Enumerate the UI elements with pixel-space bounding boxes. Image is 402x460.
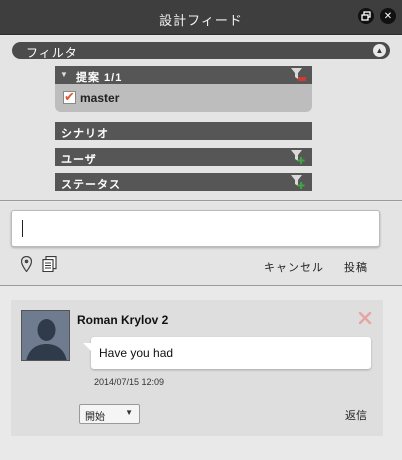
master-label: master bbox=[80, 91, 120, 105]
message-bubble: Have you had bbox=[83, 337, 371, 369]
feed-post: Roman Krylov 2 Have you had 2014/07/15 1… bbox=[11, 300, 383, 436]
status-value: 開始 bbox=[85, 412, 105, 423]
master-checkbox[interactable]: ✔ bbox=[63, 89, 76, 104]
user-panel: ユーザ bbox=[55, 148, 312, 166]
post-button[interactable]: 投稿 bbox=[344, 259, 368, 275]
filter-remove-icon[interactable] bbox=[291, 68, 306, 82]
feed-section: Roman Krylov 2 Have you had 2014/07/15 1… bbox=[0, 287, 402, 460]
filter-add-icon[interactable] bbox=[291, 150, 306, 164]
document-attach-icon[interactable] bbox=[42, 256, 57, 272]
status-dropdown[interactable]: 開始 ▼ bbox=[79, 404, 140, 424]
post-timestamp: 2014/07/15 12:09 bbox=[94, 377, 165, 387]
scenario-panel-header[interactable]: シナリオ bbox=[55, 122, 312, 140]
status-label: ステータス bbox=[61, 179, 121, 191]
proposal-panel: ▼ 提案 1/1 ✔ master bbox=[55, 66, 312, 112]
avatar bbox=[21, 310, 70, 361]
filter-label: フィルタ bbox=[26, 46, 78, 60]
scenario-panel: シナリオ bbox=[55, 122, 312, 140]
user-silhouette-icon bbox=[22, 311, 69, 360]
user-label: ユーザ bbox=[61, 154, 97, 166]
filter-header[interactable]: フィルタ ▲ bbox=[12, 42, 390, 60]
cancel-button[interactable]: キャンセル bbox=[264, 259, 324, 275]
scenario-label: シナリオ bbox=[61, 128, 109, 140]
post-input[interactable] bbox=[11, 210, 380, 247]
proposal-label: 提案 1/1 bbox=[76, 72, 123, 84]
composer-section: キャンセル 投稿 bbox=[0, 202, 402, 286]
text-caret bbox=[22, 220, 23, 237]
chevron-down-icon: ▼ bbox=[125, 408, 133, 417]
user-panel-header[interactable]: ユーザ bbox=[55, 148, 312, 166]
filter-add-icon[interactable] bbox=[291, 175, 306, 189]
close-icon[interactable]: ✕ bbox=[380, 8, 396, 24]
map-pin-icon[interactable] bbox=[21, 256, 32, 272]
reply-button[interactable]: 返信 bbox=[345, 407, 367, 423]
title-bar: 設計フィード ✕ bbox=[0, 0, 402, 35]
proposal-list: ✔ master bbox=[55, 84, 312, 112]
delete-x-icon[interactable] bbox=[358, 311, 372, 325]
window-title: 設計フィード bbox=[159, 13, 243, 28]
expand-arrow-icon[interactable]: ▼ bbox=[60, 70, 69, 79]
proposal-panel-header[interactable]: ▼ 提案 1/1 bbox=[55, 66, 312, 84]
status-panel: ステータス bbox=[55, 173, 312, 191]
checkmark-icon: ✔ bbox=[64, 89, 75, 104]
post-author[interactable]: Roman Krylov 2 bbox=[77, 313, 168, 327]
status-panel-header[interactable]: ステータス bbox=[55, 173, 312, 191]
chevron-up-icon[interactable]: ▲ bbox=[373, 44, 386, 57]
filter-section: フィルタ ▲ ▼ 提案 1/1 ✔ master シナリオ ユーザ ステータス bbox=[0, 36, 402, 201]
post-message: Have you had bbox=[99, 346, 174, 360]
restore-window-icon[interactable] bbox=[358, 8, 374, 24]
